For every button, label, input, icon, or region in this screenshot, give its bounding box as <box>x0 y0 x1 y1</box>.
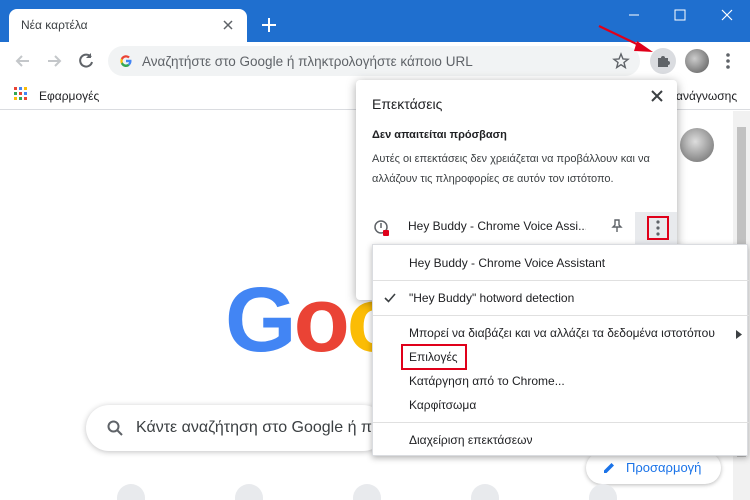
menu-item-extension-name[interactable]: Hey Buddy - Chrome Voice Assistant <box>373 251 749 275</box>
menu-item-manage-extensions[interactable]: Διαχείριση επεκτάσεων <box>373 428 749 452</box>
search-placeholder: Κάντε αναζήτηση στο Google ή π <box>136 419 372 436</box>
section-title: Δεν απαιτείται πρόσβαση <box>372 129 507 141</box>
submenu-arrow-icon <box>736 328 742 339</box>
page-profile-avatar[interactable] <box>680 128 714 162</box>
tab-title: Νέα καρτέλα <box>21 18 88 32</box>
address-bar[interactable]: Αναζητήστε στο Google ή πληκτρολογήστε κ… <box>108 46 640 76</box>
close-icon[interactable] <box>219 16 237 34</box>
maximize-button[interactable] <box>658 0 703 30</box>
profile-avatar[interactable] <box>685 49 709 73</box>
menu-item-label: Hey Buddy - Chrome Voice Assistant <box>409 256 606 270</box>
window-close-button[interactable] <box>705 0 750 30</box>
reading-list-bookmark[interactable]: ανάγνωσης <box>676 89 737 103</box>
annotation-arrow <box>598 25 653 52</box>
menu-item-label: Κατάργηση από το Chrome... <box>409 374 565 388</box>
extension-name: Hey Buddy - Chrome Voice Assi... <box>408 219 586 233</box>
menu-item-pin[interactable]: Καρφίτσωμα <box>373 393 749 417</box>
apps-grid-icon[interactable] <box>14 87 28 101</box>
apps-bookmark[interactable]: Εφαρμογές <box>39 89 99 103</box>
more-vert-icon <box>647 216 669 240</box>
reload-button[interactable] <box>75 50 97 72</box>
options-highlight-box <box>401 344 467 370</box>
new-tab-button[interactable] <box>258 14 280 36</box>
pencil-icon <box>602 461 616 475</box>
extension-row[interactable]: Hey Buddy - Chrome Voice Assi... <box>356 212 677 244</box>
menu-item-remove[interactable]: Κατάργηση από το Chrome... <box>373 369 749 393</box>
menu-item-site-access[interactable]: Μπορεί να διαβάζει και να αλλάζει τα δεδ… <box>373 321 749 345</box>
pin-icon[interactable] <box>609 218 625 234</box>
menu-item-label: Μπορεί να διαβάζει και να αλλάζει τα δεδ… <box>409 326 715 340</box>
extension-more-button[interactable] <box>635 212 677 244</box>
menu-separator <box>373 280 749 281</box>
google-search-box[interactable]: Κάντε αναζήτηση στο Google ή π <box>86 405 386 451</box>
close-icon[interactable] <box>649 88 665 104</box>
star-icon[interactable] <box>612 52 630 70</box>
tab-new-tab[interactable]: Νέα καρτέλα <box>9 9 247 42</box>
extensions-popup-title: Επεκτάσεις <box>372 96 443 112</box>
hey-buddy-icon <box>373 219 391 237</box>
menu-item-hotword-detection[interactable]: "Hey Buddy" hotword detection <box>373 286 749 310</box>
checkmark-icon <box>384 292 396 304</box>
menu-item-label: Διαχείριση επεκτάσεων <box>409 433 533 447</box>
customize-label: Προσαρμογή <box>626 460 702 475</box>
menu-separator <box>373 422 749 423</box>
back-button[interactable] <box>12 50 34 72</box>
menu-separator <box>373 315 749 316</box>
customize-button[interactable]: Προσαρμογή <box>586 452 721 484</box>
address-bar-placeholder: Αναζητήστε στο Google ή πληκτρολογήστε κ… <box>142 54 473 69</box>
search-icon <box>106 419 124 437</box>
menu-item-label: "Hey Buddy" hotword detection <box>409 291 575 305</box>
chrome-menu-icon[interactable] <box>721 50 735 72</box>
section-description: Αυτές οι επεκτάσεις δεν χρειάζεται να πρ… <box>372 153 650 185</box>
google-icon <box>119 54 133 68</box>
menu-item-label: Καρφίτσωμα <box>409 398 477 412</box>
forward-button[interactable] <box>43 50 65 72</box>
